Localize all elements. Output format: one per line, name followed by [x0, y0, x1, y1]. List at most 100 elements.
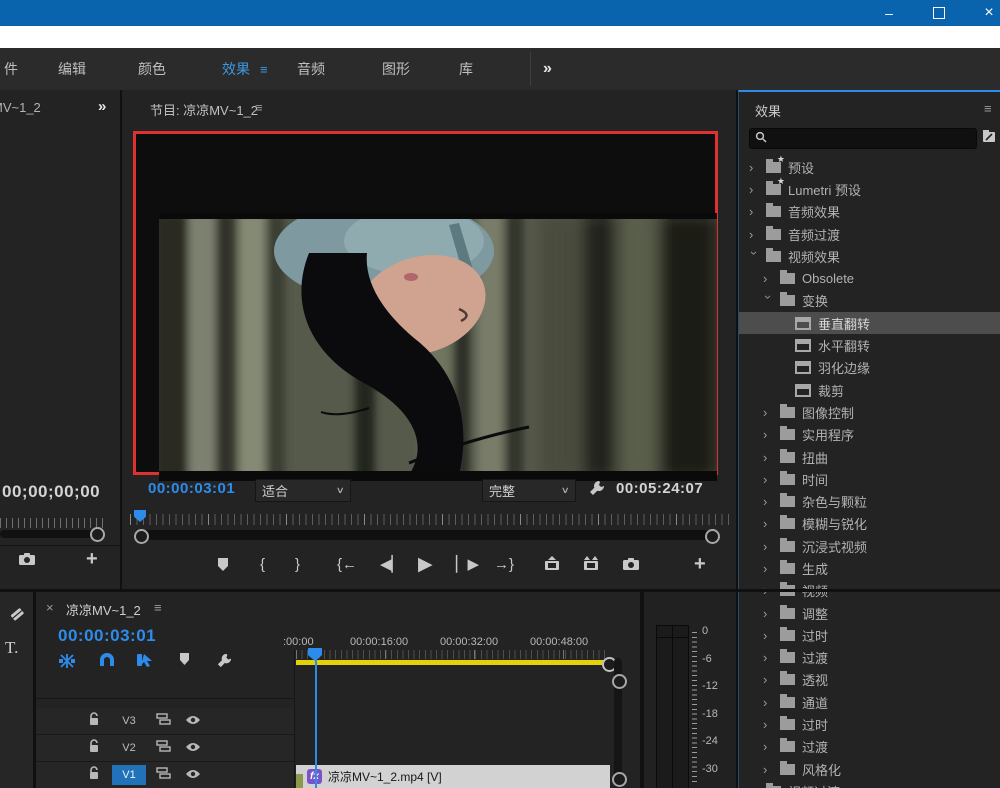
source-zoom-handle[interactable] — [90, 527, 105, 542]
program-time-ruler[interactable] — [130, 514, 730, 525]
program-tab-label[interactable]: 节目: 凉凉MV~1_2 — [150, 100, 258, 119]
effects-tree-row[interactable]: › 图像控制 — [739, 401, 1000, 423]
sequence-tab-label[interactable]: 凉凉MV~1_2 — [66, 600, 141, 619]
track-name[interactable]: V2 — [112, 738, 146, 758]
track-output-eye-icon[interactable] — [185, 766, 201, 784]
chevron-right-icon[interactable]: › — [763, 606, 777, 621]
audio-meter-bars[interactable] — [656, 625, 689, 788]
effects-tree-row[interactable]: › 垂直翻转 — [739, 312, 1000, 334]
effects-tree-row[interactable]: › 杂色与颗粒 — [739, 490, 1000, 512]
source-ruler[interactable] — [0, 518, 108, 528]
step-forward-icon[interactable]: ▏▶ — [456, 546, 479, 582]
effects-tree-row[interactable]: › 通道 — [739, 691, 1000, 713]
effects-tree-row[interactable]: › 调整 — [739, 602, 1000, 624]
add-marker-icon[interactable] — [216, 546, 230, 582]
mark-out-icon[interactable]: } — [295, 546, 300, 582]
go-to-out-icon[interactable]: →} — [494, 546, 514, 582]
effects-tree-row[interactable]: › 音频效果 — [739, 201, 1000, 223]
sync-lock-icon[interactable] — [156, 766, 171, 784]
workspace-tab[interactable]: 音频 — [297, 48, 325, 90]
button-editor-icon[interactable]: + — [694, 546, 706, 582]
track-row[interactable]: V3 — [36, 708, 294, 735]
workspace-tab[interactable]: 编辑 — [58, 48, 86, 90]
chevron-right-icon[interactable]: › — [763, 427, 777, 442]
source-overflow-icon[interactable]: » — [98, 98, 106, 115]
workspace-tab[interactable]: 件 — [4, 48, 18, 90]
source-scrollbar[interactable] — [0, 530, 104, 538]
type-tool-icon[interactable]: T. — [5, 638, 18, 658]
mark-in-icon[interactable]: { — [260, 546, 265, 582]
chevron-right-icon[interactable]: › — [749, 204, 763, 219]
chevron-right-icon[interactable]: › — [763, 717, 777, 732]
effects-tree-row[interactable]: › 模糊与锐化 — [739, 513, 1000, 535]
workspace-tab[interactable]: 颜色 — [138, 48, 166, 90]
chevron-right-icon[interactable]: › — [763, 494, 777, 509]
effects-tree-row[interactable]: › Obsolete — [739, 267, 1000, 289]
chevron-right-icon[interactable]: › — [763, 628, 777, 643]
effects-search-input[interactable] — [749, 128, 977, 149]
effects-tree-row[interactable]: › 音频过渡 — [739, 223, 1000, 245]
timeline-clip[interactable]: fx 凉凉MV~1_2.mp4 [V] — [296, 765, 610, 788]
zoom-handle-left[interactable] — [134, 529, 149, 544]
effects-panel-title[interactable]: 效果 — [755, 101, 781, 120]
go-to-in-icon[interactable]: {← — [337, 546, 357, 582]
export-frame-icon[interactable] — [18, 552, 36, 571]
effects-tree-row[interactable]: › 过渡 — [739, 736, 1000, 758]
effects-tree-row[interactable]: › 变换 — [739, 290, 1000, 312]
workspace-overflow-icon[interactable]: » — [543, 48, 552, 90]
track-lock-icon[interactable] — [88, 766, 100, 785]
maximize-button[interactable] — [922, 0, 956, 26]
track-name[interactable]: V1 — [112, 765, 146, 785]
effects-tree-row[interactable]: › 过渡 — [739, 647, 1000, 669]
minimize-button[interactable]: – — [872, 0, 906, 26]
workspace-tab[interactable]: 图形 — [382, 48, 410, 90]
workspace-tab[interactable]: 效果 — [222, 48, 250, 90]
step-back-icon[interactable]: ◀▏ — [380, 546, 403, 582]
chevron-right-icon[interactable]: › — [763, 405, 777, 420]
scroll-handle[interactable] — [612, 772, 627, 787]
chevron-right-icon[interactable]: › — [763, 672, 777, 687]
sync-lock-icon[interactable] — [156, 712, 171, 730]
razor-tool-icon[interactable] — [7, 604, 27, 629]
workspace-menu-icon[interactable]: ≡ — [260, 48, 268, 90]
play-icon[interactable]: ▶ — [418, 546, 433, 582]
fit-zoom-select[interactable]: 适合 ∨ — [255, 479, 351, 502]
effects-tree-row[interactable]: › Lumetri 预设 — [739, 178, 1000, 200]
effects-tree-row[interactable]: › 时间 — [739, 468, 1000, 490]
zoom-handle-right[interactable] — [705, 529, 720, 544]
new-custom-bin-icon[interactable] — [982, 129, 997, 148]
track-output-eye-icon[interactable] — [185, 739, 201, 757]
program-current-timecode[interactable]: 00:00:03:01 — [148, 480, 235, 497]
chevron-right-icon[interactable]: › — [763, 762, 777, 777]
workspace-tab[interactable]: 库 — [459, 48, 473, 90]
track-lock-icon[interactable] — [88, 712, 100, 731]
program-scrollbar[interactable] — [136, 530, 710, 540]
chevron-right-icon[interactable]: › — [763, 695, 777, 710]
effects-tree-row[interactable]: › 生成 — [739, 557, 1000, 579]
program-video-viewport[interactable] — [133, 131, 718, 475]
panel-menu-icon[interactable]: ≡ — [255, 100, 263, 115]
effects-tree-row[interactable]: › 过时 — [739, 713, 1000, 735]
effects-tree-row[interactable]: › 视频效果 — [739, 245, 1000, 267]
chevron-right-icon[interactable]: › — [763, 539, 777, 554]
playback-resolution-select[interactable]: 完整 ∨ — [482, 479, 576, 502]
effects-tree-row[interactable]: › 实用程序 — [739, 424, 1000, 446]
chevron-right-icon[interactable]: › — [749, 227, 763, 242]
timeline-settings-icon[interactable] — [216, 652, 233, 674]
chevron-right-icon[interactable]: › — [763, 516, 777, 531]
nest-insert-icon[interactable] — [58, 652, 76, 675]
close-button[interactable]: × — [972, 0, 1000, 26]
chevron-right-icon[interactable]: › — [749, 182, 763, 197]
settings-wrench-icon[interactable] — [588, 479, 606, 502]
panel-divider[interactable] — [736, 592, 738, 788]
track-name[interactable]: V3 — [112, 711, 146, 731]
work-area-bar[interactable] — [296, 660, 608, 665]
track-row[interactable]: V2 — [36, 735, 294, 762]
sync-lock-icon[interactable] — [156, 739, 171, 757]
chevron-right-icon[interactable]: › — [749, 160, 763, 175]
timeline-ruler[interactable] — [296, 650, 608, 659]
lift-icon[interactable] — [543, 546, 561, 582]
chevron-right-icon[interactable]: › — [763, 271, 777, 286]
panel-menu-icon[interactable]: ≡ — [984, 101, 992, 116]
track-output-eye-icon[interactable] — [185, 712, 201, 730]
